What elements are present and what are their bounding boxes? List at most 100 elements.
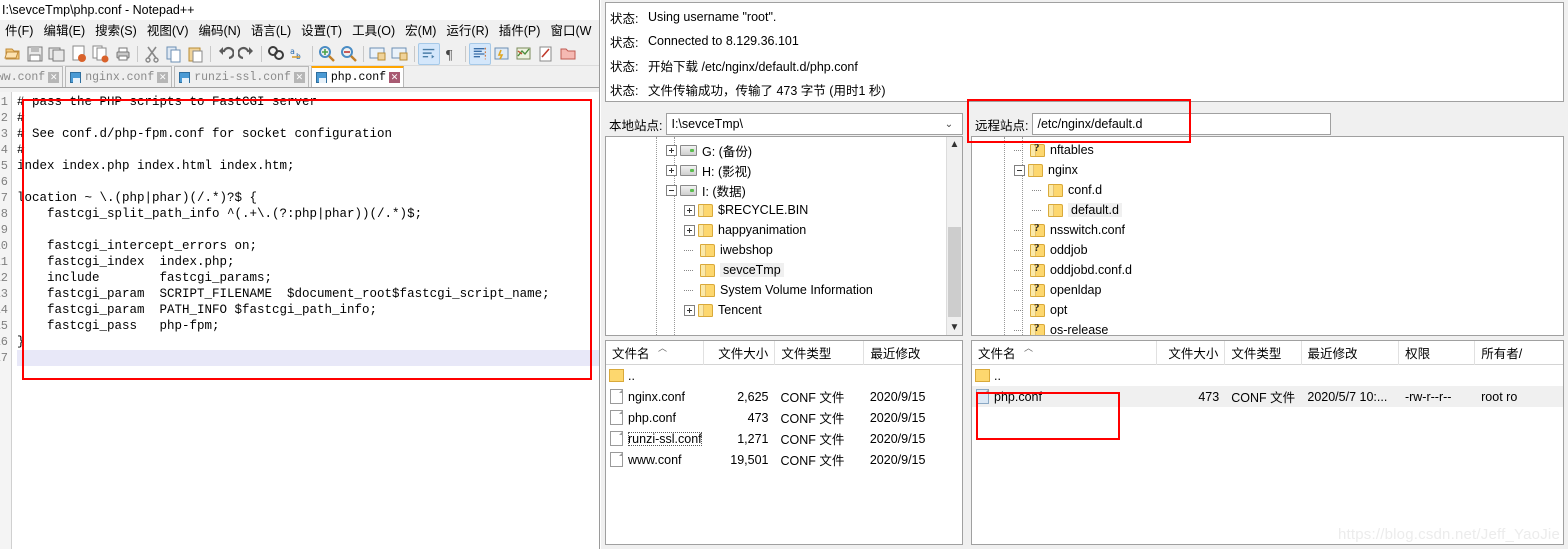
zoom-in-icon[interactable] [316,43,338,65]
table-row[interactable]: .. [606,365,962,386]
remote-directory-tree[interactable]: nftables nginx conf.d default.d nsswitch.con… [971,136,1564,336]
tree-node[interactable]: nginx [972,160,1563,180]
tree-node[interactable]: os-release [972,320,1563,335]
table-row[interactable]: php.conf 473 CONF 文件 2020/5/7 10:... -rw-r--… [972,386,1563,407]
local-list-header[interactable]: 文件名 ︿ 文件大小 文件类型 最近修改 [606,341,962,365]
document-map-icon[interactable] [513,43,535,65]
code-line[interactable]: fastcgi_param SCRIPT_FILENAME $document_… [17,286,599,302]
cell-filename[interactable]: runzi-ssl.conf [606,431,704,446]
scroll-down-icon[interactable]: ▼ [950,320,960,335]
tree-node[interactable]: H: (影视) [606,160,962,180]
tab-runzi-ssl-conf[interactable]: runzi-ssl.conf ✕ [174,66,309,87]
print-icon[interactable] [112,43,134,65]
tree-node[interactable]: oddjobd.conf.d [972,260,1563,280]
close-icon[interactable]: ✕ [293,71,305,83]
close-icon[interactable]: ✕ [157,71,169,83]
table-row[interactable]: runzi-ssl.conf 1,271 CONF 文件 2020/9/15 [606,428,962,449]
cell-filename[interactable]: .. [606,369,704,383]
code-line[interactable]: # pass the PHP scripts to FastCGI server [17,94,599,110]
function-list-icon[interactable] [535,43,557,65]
sync-scroll-vertical-icon[interactable] [367,43,389,65]
code-line[interactable] [17,222,599,238]
menu-item-edit[interactable]: 编辑(E) [38,20,90,42]
tree-node[interactable]: opt [972,300,1563,320]
local-directory-tree[interactable]: G: (备份) H: (影视) I: (数据) $RECYCLE.BIN happyan… [605,136,963,336]
remote-list-header[interactable]: 文件名 ︿ 文件大小 文件类型 最近修改 权限 所有者/ [972,341,1563,365]
table-row[interactable]: .. [972,365,1563,386]
cut-icon[interactable] [141,43,163,65]
cell-filename[interactable]: php.conf [606,410,704,425]
expand-icon[interactable] [666,144,677,156]
menu-item-window[interactable]: 窗口(W [545,20,596,42]
sync-scroll-horizontal-icon[interactable] [389,43,411,65]
save-all-icon[interactable] [46,43,68,65]
code-line[interactable]: fastcgi_split_path_info ^(.+\.(?:php|pha… [17,206,599,222]
close-icon[interactable]: ✕ [48,71,60,83]
menu-item-view[interactable]: 视图(V) [142,20,194,42]
tab-php-conf[interactable]: php.conf ✕ [310,66,405,87]
code-line[interactable] [17,174,599,190]
tree-node[interactable]: oddjob [972,240,1563,260]
user-defined-dialog-icon[interactable] [491,43,513,65]
tree-node[interactable]: G: (备份) [606,140,962,160]
code-text-area[interactable]: # pass the PHP scripts to FastCGI server… [12,92,599,549]
close-icon[interactable]: ✕ [389,72,401,83]
zoom-out-icon[interactable] [338,43,360,65]
code-line[interactable] [17,350,599,366]
expand-icon[interactable] [684,204,695,216]
folder-as-workspace-icon[interactable] [557,43,579,65]
tree-node[interactable]: openldap [972,280,1563,300]
menu-item-language[interactable]: 语言(L) [246,20,296,42]
code-line[interactable]: include fastcgi_params; [17,270,599,286]
tree-node[interactable]: I: (数据) [606,180,962,200]
save-icon[interactable] [24,43,46,65]
menu-item-settings[interactable]: 设置(T) [296,20,347,42]
tree-node[interactable]: default.d [972,200,1563,220]
expand-icon[interactable] [684,304,695,316]
local-tree-scrollbar[interactable]: ▲ ▼ [946,137,962,335]
code-line[interactable]: # See conf.d/php-fpm.conf for socket con… [17,126,599,142]
expand-icon[interactable] [666,164,677,176]
code-line[interactable]: } [17,334,599,350]
tree-node[interactable]: Tencent [606,300,962,320]
cell-filename[interactable]: .. [972,369,1159,383]
table-row[interactable]: php.conf 473 CONF 文件 2020/9/15 [606,407,962,428]
remote-list-rows[interactable]: .. php.conf 473 CONF 文件 2020/5/7 10:... -rw-r… [972,365,1563,407]
indent-guide-icon[interactable] [469,42,491,65]
chevron-down-icon[interactable]: ⌄ [940,119,958,130]
tab-www-conf[interactable]: www.conf ✕ [0,66,64,87]
notepadpp-menu-bar[interactable]: 件(F) 编辑(E) 搜索(S) 视图(V) 编码(N) 语言(L) 设置(T) 工具(O) 宏… [0,20,599,42]
table-row[interactable]: www.conf 19,501 CONF 文件 2020/9/15 [606,449,962,470]
close-file-icon[interactable] [68,43,90,65]
cell-filename[interactable]: nginx.conf [606,389,704,404]
scroll-up-icon[interactable]: ▲ [950,137,960,152]
local-site-path-input[interactable]: I:\sevceTmp\ ⌄ [666,113,963,135]
tree-node[interactable]: conf.d [972,180,1563,200]
code-line[interactable]: fastcgi_pass php-fpm; [17,318,599,334]
new-file-icon[interactable] [2,43,24,65]
code-line[interactable]: fastcgi_index index.php; [17,254,599,270]
paste-icon[interactable] [185,43,207,65]
menu-item-file[interactable]: 件(F) [0,20,38,42]
tab-nginx-conf[interactable]: nginx.conf ✕ [65,66,173,87]
remote-site-bar[interactable]: 远程站点: /etc/nginx/default.d [971,113,1331,135]
code-line[interactable]: # [17,142,599,158]
code-line[interactable]: location ~ \.(php|phar)(/.*)?$ { [17,190,599,206]
tree-node[interactable]: nftables [972,140,1563,160]
tree-node[interactable]: iwebshop [606,240,962,260]
menu-item-run[interactable]: 运行(R) [441,20,493,42]
menu-item-plugins[interactable]: 插件(P) [494,20,546,42]
tree-node[interactable]: $RECYCLE.BIN [606,200,962,220]
cell-filename[interactable]: www.conf [606,452,704,467]
copy-icon[interactable] [163,43,185,65]
menu-item-macro[interactable]: 宏(M) [400,20,441,42]
code-line[interactable]: fastcgi_param PATH_INFO $fastcgi_path_in… [17,302,599,318]
code-line[interactable]: fastcgi_intercept_errors on; [17,238,599,254]
remote-site-path-input[interactable]: /etc/nginx/default.d [1032,113,1331,135]
collapse-icon[interactable] [1014,164,1025,176]
show-all-chars-icon[interactable]: ¶ [440,43,462,65]
code-editor[interactable]: 1234567891011121314151617 # pass the PHP… [0,92,599,549]
table-row[interactable]: nginx.conf 2,625 CONF 文件 2020/9/15 [606,386,962,407]
word-wrap-icon[interactable] [418,42,440,65]
replace-icon[interactable]: ab [287,43,309,65]
